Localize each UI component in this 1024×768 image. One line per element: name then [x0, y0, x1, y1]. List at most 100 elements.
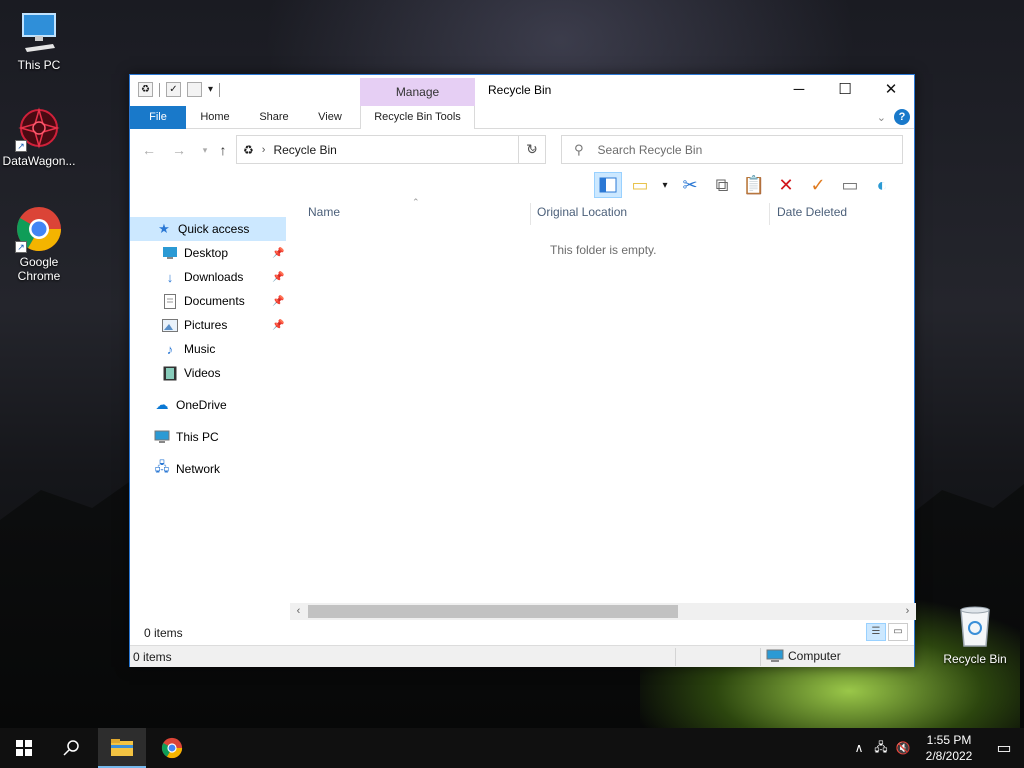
- search-placeholder: Search Recycle Bin: [597, 142, 703, 157]
- shell-icon[interactable]: ◐: [868, 172, 896, 198]
- nav-item-label: Network: [176, 462, 221, 476]
- nav-item-label: Desktop: [184, 246, 229, 260]
- ribbon-right-controls: ⌄ ?: [877, 109, 910, 125]
- system-tray: ∧ 🖧 🔇 1:55 PM 2/8/2022 ▭: [848, 728, 1024, 768]
- up-arrow-icon[interactable]: ↑: [214, 141, 232, 159]
- taskbar-search-button[interactable]: [48, 728, 96, 768]
- properties-icon[interactable]: ✓: [166, 82, 181, 97]
- action-center-icon[interactable]: ▭: [984, 738, 1024, 758]
- minimize-button[interactable]: ─: [776, 75, 822, 105]
- status-location: Computer: [766, 649, 841, 663]
- recycle-bin-small-icon: ♻: [243, 142, 254, 157]
- search-icon: [63, 740, 79, 756]
- help-icon[interactable]: ?: [894, 109, 910, 125]
- pictures-icon: [162, 317, 178, 333]
- nav-item-desktop[interactable]: Desktop 📌: [162, 241, 286, 265]
- tab-file[interactable]: File: [130, 106, 186, 129]
- nav-item-quick-access[interactable]: ★ Quick access: [130, 217, 286, 241]
- refresh-icon[interactable]: ↻: [518, 135, 546, 164]
- restore-checkmark-icon[interactable]: ✓: [804, 172, 832, 198]
- nav-item-onedrive[interactable]: ☁ OneDrive: [154, 393, 286, 417]
- column-header-name[interactable]: Name: [308, 205, 340, 225]
- column-header-original-location[interactable]: Original Location: [537, 205, 627, 225]
- computer-icon: [766, 649, 784, 662]
- nav-item-pictures[interactable]: Pictures 📌: [162, 313, 286, 337]
- recycle-bin-icon: [951, 602, 999, 650]
- desktop-folder-icon: [162, 245, 178, 261]
- details-view-icon[interactable]: ☰: [866, 623, 886, 641]
- desktop-icon-label: Google Chrome: [17, 255, 61, 283]
- back-arrow-icon[interactable]: ←: [140, 141, 158, 159]
- monitor-icon: [15, 8, 63, 56]
- tab-recycle-bin-tools[interactable]: Recycle Bin Tools: [360, 106, 475, 129]
- navigation-pane-icon[interactable]: [594, 172, 622, 198]
- desktop-icon-datawagon[interactable]: ↗ DataWagon...: [1, 104, 77, 168]
- nav-item-label: Documents: [184, 294, 245, 308]
- nav-item-documents[interactable]: Documents 📌: [162, 289, 286, 313]
- copy-icon[interactable]: ⧉: [708, 172, 736, 198]
- desktop-icon-label: This PC: [17, 58, 61, 72]
- forward-arrow-icon[interactable]: →: [170, 141, 188, 159]
- recycle-bin-small-icon: ♻: [138, 82, 153, 97]
- cloud-icon: ☁: [155, 397, 169, 412]
- nav-item-music[interactable]: ♪ Music: [162, 337, 286, 361]
- close-button[interactable]: ✕: [868, 75, 914, 105]
- horizontal-scrollbar[interactable]: ‹ ›: [290, 603, 916, 620]
- clock[interactable]: 1:55 PM 2/8/2022: [914, 732, 984, 764]
- paste-icon[interactable]: 📋: [740, 172, 768, 198]
- expand-ribbon-icon[interactable]: ⌄: [877, 111, 886, 124]
- desktop-icon-google-chrome[interactable]: ↗ Google Chrome: [1, 205, 77, 283]
- network-icon[interactable]: 🖧: [870, 738, 892, 759]
- tab-manage[interactable]: Manage: [360, 78, 475, 106]
- show-hidden-icons-icon[interactable]: ∧: [848, 741, 870, 755]
- network-icon: 🖧: [154, 459, 170, 474]
- pin-icon: 📌: [272, 319, 285, 331]
- videos-icon: [162, 365, 178, 381]
- nav-item-this-pc[interactable]: This PC: [154, 425, 286, 449]
- toolbar-dropdown-icon[interactable]: ▾: [658, 172, 672, 198]
- address-bar[interactable]: ♻ › Recycle Bin ⌄: [236, 135, 546, 164]
- search-input[interactable]: ⚲ Search Recycle Bin: [561, 135, 903, 164]
- nav-item-videos[interactable]: Videos: [162, 361, 286, 385]
- scrollbar-thumb[interactable]: [308, 605, 678, 618]
- new-folder-icon[interactable]: [187, 82, 202, 97]
- taskbar: ∧ 🖧 🔇 1:55 PM 2/8/2022 ▭: [0, 728, 1024, 768]
- start-button[interactable]: [0, 728, 48, 768]
- maximize-button[interactable]: ☐: [822, 75, 868, 105]
- scroll-right-icon[interactable]: ›: [899, 603, 916, 620]
- address-bar-row: ← → ▾ ↑ ♻ › Recycle Bin ⌄ ↻ ⚲ Search Rec…: [130, 133, 914, 165]
- breadcrumb-location[interactable]: Recycle Bin: [273, 143, 336, 157]
- pin-icon: 📌: [272, 247, 285, 259]
- tab-home[interactable]: Home: [192, 106, 238, 129]
- nav-item-network[interactable]: 🖧 Network: [154, 457, 286, 481]
- datawagon-icon: ↗: [15, 104, 63, 152]
- volume-muted-icon[interactable]: 🔇: [892, 741, 914, 755]
- taskbar-chrome[interactable]: [148, 728, 196, 768]
- column-header-date-deleted[interactable]: Date Deleted: [777, 205, 847, 225]
- scroll-left-icon[interactable]: ‹: [290, 603, 307, 620]
- qat-dropdown-icon[interactable]: ▾: [208, 84, 213, 95]
- taskbar-file-explorer[interactable]: [98, 728, 146, 768]
- large-icons-view-icon[interactable]: ▭: [888, 623, 908, 641]
- open-folder-icon[interactable]: ▭: [626, 172, 654, 198]
- window-title: Recycle Bin: [488, 83, 552, 97]
- column-separator[interactable]: [530, 203, 531, 225]
- separator: [219, 82, 221, 97]
- breadcrumb-chevron-icon[interactable]: ›: [262, 144, 266, 156]
- desktop-icon-recycle-bin[interactable]: Recycle Bin: [937, 602, 1013, 666]
- column-separator[interactable]: [769, 203, 770, 225]
- sort-chevron-icon: ⌃: [412, 197, 420, 207]
- properties-icon[interactable]: ▭: [836, 172, 864, 198]
- tab-view[interactable]: View: [308, 106, 352, 129]
- status-items-count: 0 items: [133, 650, 172, 664]
- desktop-icon-this-pc[interactable]: This PC: [1, 8, 77, 72]
- nav-item-label: OneDrive: [176, 398, 227, 412]
- shortcut-arrow-icon: ↗: [15, 241, 27, 253]
- recent-locations-icon[interactable]: ▾: [196, 141, 214, 159]
- cut-icon[interactable]: ✂: [676, 172, 704, 198]
- tab-share[interactable]: Share: [250, 106, 298, 129]
- nav-item-downloads[interactable]: ↓ Downloads 📌: [162, 265, 286, 289]
- delete-icon[interactable]: ✕: [772, 172, 800, 198]
- nav-item-label: This PC: [176, 430, 219, 444]
- empty-folder-message: This folder is empty.: [550, 243, 657, 257]
